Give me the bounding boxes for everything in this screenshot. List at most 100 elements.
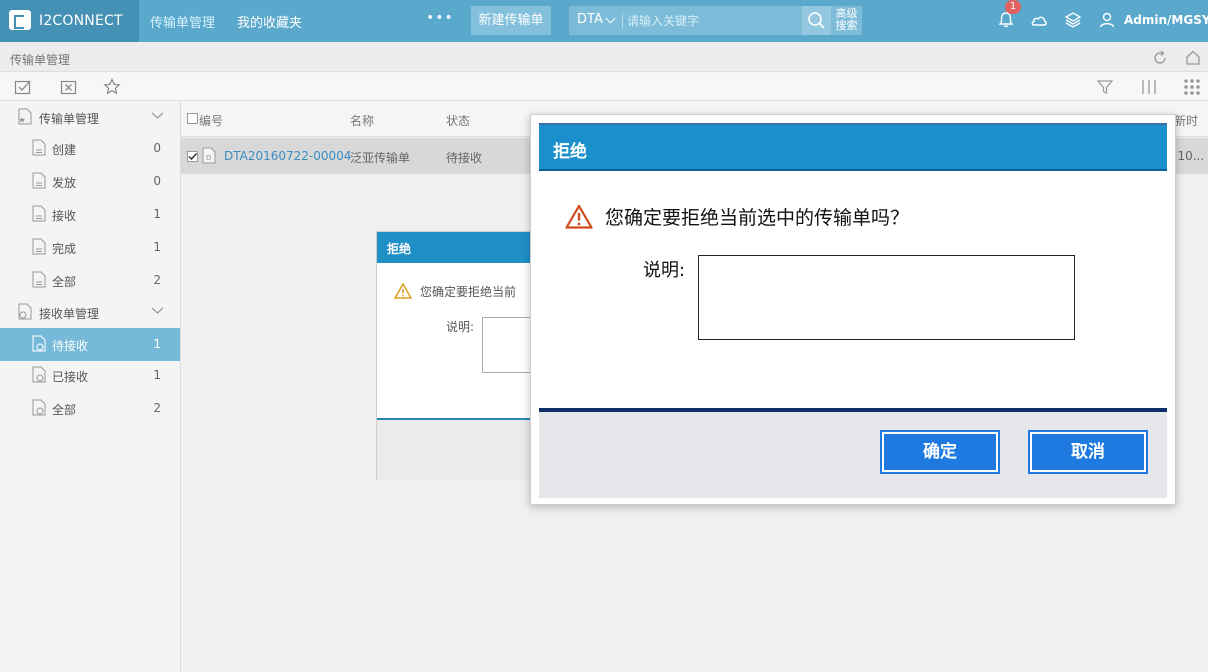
sidebar-item-label: 已接收: [52, 370, 89, 384]
toolbar: [0, 73, 1208, 101]
cloud-icon[interactable]: [1029, 10, 1049, 30]
top-bar: I2CONNECT 传输单管理 我的收藏夹 ••• 新建传输单 DTA 高级 搜…: [0, 0, 1208, 42]
document-receive-icon: [32, 335, 46, 352]
sidebar-item-label: 发放: [52, 176, 77, 190]
sidebar-item-receive[interactable]: 接收 1: [0, 198, 180, 231]
check-icon: [188, 152, 198, 161]
sidebar-item-issue[interactable]: 发放 0: [0, 165, 180, 198]
sidebar-item-count: 1: [153, 240, 161, 254]
nav-my-favorites[interactable]: 我的收藏夹: [237, 12, 302, 31]
search-icon: [808, 12, 825, 29]
document-icon: [32, 271, 46, 288]
sidebar-item-complete[interactable]: 完成 1: [0, 231, 180, 264]
row-id-link[interactable]: DTA20160722-00004: [224, 149, 351, 163]
sidebar-item-count: 1: [153, 368, 161, 382]
warning-icon: [565, 204, 593, 229]
dialog-header: 拒绝: [539, 123, 1167, 171]
breadcrumb: 传输单管理: [10, 53, 71, 67]
warning-icon: [394, 283, 412, 299]
advanced-search-line2: 搜索: [835, 19, 858, 32]
sidebar-group-label: 传输单管理: [39, 112, 100, 126]
dialog-title: 拒绝: [387, 242, 412, 256]
background-reject-dialog: 拒绝 您确定要拒绝当前 说明:: [376, 231, 547, 480]
sidebar-item-count: 2: [153, 273, 161, 287]
nav-transfer-management[interactable]: 传输单管理: [150, 12, 215, 31]
star-icon[interactable]: [102, 77, 122, 97]
advanced-search-link[interactable]: 高级 搜索: [831, 8, 862, 32]
home-icon[interactable]: [1183, 48, 1203, 68]
layers-icon[interactable]: [1063, 10, 1083, 30]
sidebar-item-label: 接收: [52, 209, 77, 223]
sidebar-item-count: 2: [153, 401, 161, 415]
sidebar-item-label: 待接收: [52, 339, 89, 353]
sidebar-item-pending[interactable]: 待接收 1: [0, 328, 180, 361]
description-textarea[interactable]: [698, 255, 1075, 340]
document-icon: D: [202, 147, 216, 164]
sidebar-group-label: 接收单管理: [39, 307, 100, 321]
column-header-status[interactable]: 状态: [446, 112, 470, 129]
document-receive-icon: [32, 366, 46, 383]
filter-icon[interactable]: [1095, 77, 1115, 97]
sidebar-item-count: 1: [153, 337, 161, 351]
dialog-footer: 确定 取消: [539, 412, 1167, 498]
search-scope-select[interactable]: DTA: [577, 12, 603, 27]
sidebar: 传输单管理 创建 0 发放 0 接收 1 完成 1 全部 2 接收单管理 待接收…: [0, 101, 181, 672]
sidebar-item-all[interactable]: 全部 2: [0, 264, 180, 297]
sidebar-item-label: 全部: [52, 403, 77, 417]
refresh-icon[interactable]: [1150, 48, 1170, 68]
new-transfer-button[interactable]: 新建传输单: [471, 6, 551, 35]
grid-view-icon[interactable]: [1182, 77, 1202, 97]
sidebar-item-label: 创建: [52, 143, 77, 157]
column-header-name[interactable]: 名称: [350, 112, 374, 129]
row-checkbox[interactable]: [187, 151, 198, 162]
row-status: 待接收: [446, 151, 483, 165]
document-icon: [32, 205, 46, 222]
cancel-button[interactable]: 取消: [1030, 432, 1146, 472]
chevron-down-icon[interactable]: [605, 13, 616, 24]
row-name: 泛亚传输单: [350, 151, 411, 165]
columns-icon[interactable]: [1139, 77, 1159, 97]
sidebar-item-count: 0: [153, 174, 161, 188]
more-menu-icon[interactable]: •••: [426, 10, 454, 26]
sidebar-item-create[interactable]: 创建 0: [0, 132, 180, 165]
notification-badge: 1: [1005, 0, 1021, 14]
user-name[interactable]: Admin/MGSYS: [1124, 13, 1208, 27]
app-name: I2CONNECT: [39, 13, 123, 29]
search-button[interactable]: [802, 6, 831, 35]
document-icon: [32, 172, 46, 189]
sidebar-item-label: 全部: [52, 275, 77, 289]
search-input[interactable]: [627, 10, 797, 31]
dialog-message: 您确定要拒绝当前: [420, 285, 517, 299]
description-label: 说明:: [446, 320, 475, 334]
chevron-down-icon[interactable]: [151, 306, 164, 315]
confirm-button[interactable]: 确定: [882, 432, 998, 472]
select-all-checkbox[interactable]: [187, 113, 198, 124]
document-receive-icon: [32, 399, 46, 416]
svg-text:D: D: [206, 154, 211, 162]
description-label: 说明:: [643, 260, 686, 281]
dialog-message: 您确定要拒绝当前选中的传输单吗？: [605, 207, 910, 229]
user-icon[interactable]: [1097, 10, 1117, 30]
sidebar-item-label: 完成: [52, 242, 77, 256]
reject-dialog: 拒绝 您确定要拒绝当前选中的传输单吗？ 说明: 确定 取消: [530, 114, 1176, 505]
dialog-footer: [377, 418, 545, 480]
chevron-down-icon[interactable]: [151, 111, 164, 120]
sidebar-group-transfer[interactable]: 传输单管理: [0, 101, 180, 134]
sidebar-group-receipt[interactable]: 接收单管理: [0, 296, 180, 329]
column-header-id[interactable]: 编号: [199, 112, 223, 129]
document-star-icon: [18, 108, 32, 125]
logo-area[interactable]: I2CONNECT: [0, 0, 139, 42]
dialog-title: 拒绝: [553, 142, 587, 162]
reject-icon[interactable]: [59, 77, 79, 97]
logo-icon: [9, 10, 31, 30]
breadcrumb-bar: 传输单管理: [0, 42, 1208, 72]
sidebar-item-all-receipts[interactable]: 全部 2: [0, 392, 180, 425]
document-receive-icon: [18, 303, 32, 320]
document-icon: [32, 139, 46, 156]
sidebar-item-count: 1: [153, 207, 161, 221]
sidebar-item-received[interactable]: 已接收 1: [0, 359, 180, 392]
divider: [622, 13, 623, 28]
accept-icon[interactable]: [13, 77, 33, 97]
sidebar-item-count: 0: [153, 141, 161, 155]
document-icon: [32, 238, 46, 255]
